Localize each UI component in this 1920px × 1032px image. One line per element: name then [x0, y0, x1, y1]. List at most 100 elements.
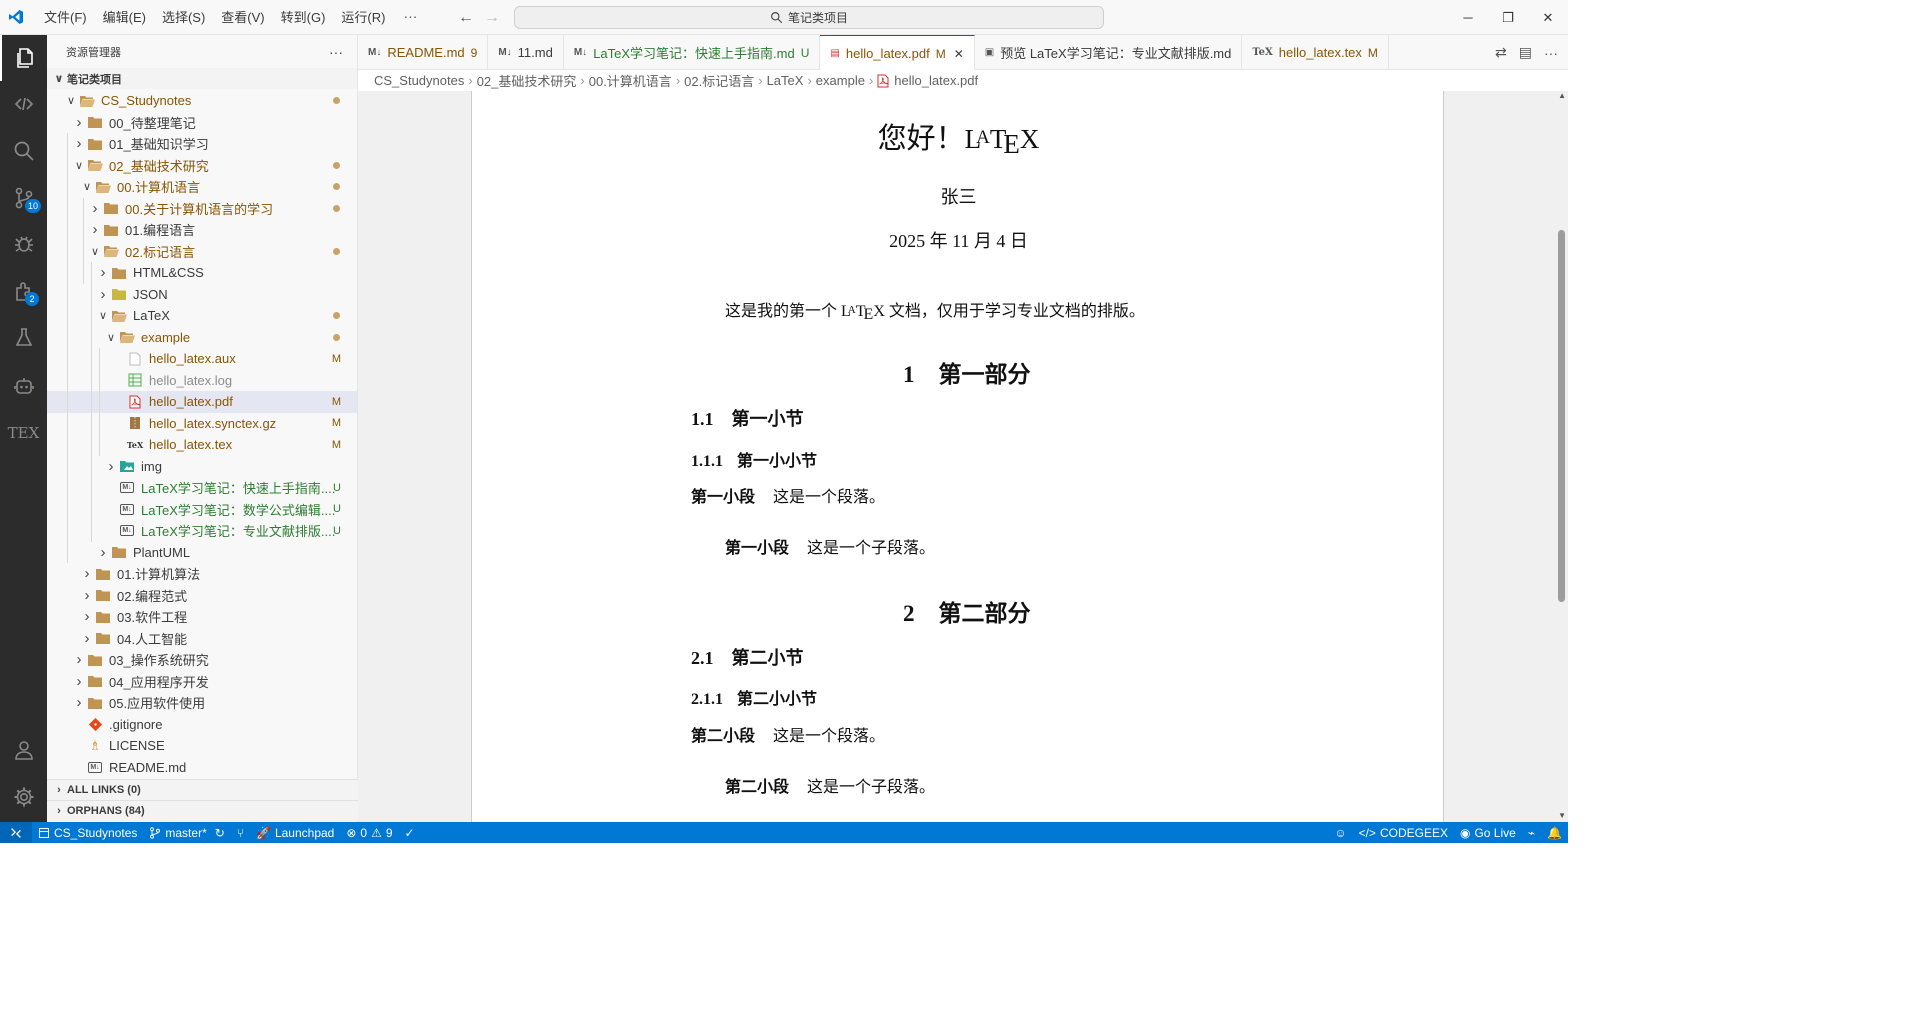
tree-item[interactable]: › 01.计算机算法: [47, 563, 357, 585]
tree-item[interactable]: › 01_基础知识学习: [47, 133, 357, 155]
tree-item[interactable]: hello_latex.aux M: [47, 348, 357, 370]
extensions-icon[interactable]: 2: [0, 268, 47, 314]
tree-item[interactable]: › PlantUML: [47, 542, 357, 564]
sync-icon[interactable]: ↻: [215, 826, 225, 840]
vertical-scrollbar[interactable]: ▲ ▼: [1554, 91, 1568, 822]
tree-item[interactable]: .gitignore: [47, 714, 357, 736]
gear-icon[interactable]: [0, 774, 47, 820]
orphans-section[interactable]: › ORPHANS (84): [47, 800, 358, 821]
git-graph-icon[interactable]: ⑂: [231, 822, 250, 843]
tab-md[interactable]: M↓ 11.md: [488, 35, 564, 70]
remote-indicator-icon[interactable]: [0, 822, 32, 843]
tree-item[interactable]: › 00_待整理笔记: [47, 112, 357, 134]
tree-item[interactable]: › 03_操作系统研究: [47, 649, 357, 671]
tree-item[interactable]: M↓ README.md: [47, 757, 357, 779]
live-share-icon[interactable]: ⌁: [1522, 822, 1541, 843]
tree-item[interactable]: hello_latex.synctex.gz M: [47, 413, 357, 435]
workspace-root-header[interactable]: ∨ 笔记类项目: [47, 68, 357, 89]
tree-item[interactable]: M↓ LaTeX学习笔记：快速上手指南.... U: [47, 477, 357, 499]
breadcrumb-item[interactable]: hello_latex.pdf: [894, 73, 978, 88]
tree-item[interactable]: ∨ example: [47, 327, 357, 349]
tree-item-label: JSON: [133, 286, 168, 302]
tree-item[interactable]: › 05.应用软件使用: [47, 692, 357, 714]
tree-item[interactable]: › HTML&CSS: [47, 262, 357, 284]
breadcrumb-item[interactable]: 02.标记语言: [684, 71, 754, 90]
tree-item[interactable]: M↓ LaTeX学习笔记：专业文献排版.... U: [47, 520, 357, 542]
accounts-icon[interactable]: [0, 727, 47, 773]
md-file-icon: M↓: [573, 47, 588, 58]
tree-item[interactable]: ∨ 02.标记语言: [47, 241, 357, 263]
tree-item[interactable]: › JSON: [47, 284, 357, 306]
breadcrumb-item[interactable]: CS_Studynotes: [374, 73, 464, 88]
workspace-indicator[interactable]: CS_Studynotes: [32, 822, 143, 843]
explorer-more-button[interactable]: ···: [329, 44, 343, 60]
source-control-icon[interactable]: 10: [0, 175, 47, 221]
launchpad-button[interactable]: 🚀 Launchpad: [250, 822, 340, 843]
tab-tex[interactable]: TeX hello_latex.tex M: [1242, 35, 1389, 70]
problems-indicator[interactable]: ⊗ 0 ⚠ 9: [340, 822, 398, 843]
minimize-icon[interactable]: ─: [1448, 0, 1488, 35]
folder-open-icon: [111, 308, 127, 324]
tex-icon[interactable]: TEX: [0, 410, 47, 456]
breadcrumb-item[interactable]: LaTeX: [767, 73, 804, 88]
scroll-up-arrow-icon[interactable]: ▲: [1558, 91, 1566, 100]
testing-flask-icon[interactable]: [0, 315, 47, 361]
tree-item[interactable]: › 03.软件工程: [47, 606, 357, 628]
search-icon[interactable]: [0, 128, 47, 174]
breadcrumb-item[interactable]: example: [816, 73, 865, 88]
forward-arrow-icon[interactable]: →: [484, 9, 500, 27]
check-icon[interactable]: ✓: [399, 822, 421, 843]
command-center-search[interactable]: 笔记类项目: [514, 6, 1104, 29]
go-live-button[interactable]: ◉ Go Live: [1454, 822, 1522, 843]
menu-edit[interactable]: 编辑(E): [95, 0, 154, 35]
tree-item[interactable]: › 01.编程语言: [47, 219, 357, 241]
code-compare-icon[interactable]: [0, 81, 47, 127]
tree-item[interactable]: M↓ LaTeX学习笔记：数学公式编辑.... U: [47, 499, 357, 521]
folder-json-icon: [111, 286, 127, 302]
copilot-icon[interactable]: ☺: [1328, 822, 1352, 843]
tree-item[interactable]: › 04_应用程序开发: [47, 671, 357, 693]
compare-changes-icon[interactable]: ⇄: [1495, 44, 1507, 61]
all-links-section[interactable]: › ALL LINKS (0): [47, 779, 358, 800]
split-editor-icon[interactable]: ▤: [1519, 44, 1532, 61]
tree-item-label: 02.编程范式: [117, 588, 188, 604]
explorer-icon[interactable]: [0, 35, 47, 81]
close-icon[interactable]: ✕: [954, 47, 964, 61]
breadcrumb-item[interactable]: 00.计算机语言: [589, 71, 672, 90]
tree-item[interactable]: ∨ LaTeX: [47, 305, 357, 327]
tab-preview[interactable]: ▣ 预览 LaTeX学习笔记：专业文献排版.md: [975, 35, 1243, 70]
menu-run[interactable]: 运行(R): [333, 0, 393, 35]
scroll-down-arrow-icon[interactable]: ▼: [1558, 811, 1566, 820]
tab-md[interactable]: M↓ README.md 9: [358, 35, 489, 70]
back-arrow-icon[interactable]: ←: [458, 9, 474, 27]
tree-item[interactable]: TeX hello_latex.tex M: [47, 434, 357, 456]
tree-item[interactable]: ∨ 00.计算机语言: [47, 176, 357, 198]
menu-file[interactable]: 文件(F): [36, 0, 95, 35]
tree-item[interactable]: › 04.人工智能: [47, 628, 357, 650]
menu-go[interactable]: 转到(G): [273, 0, 334, 35]
menu-more-button[interactable]: ···: [393, 0, 427, 35]
tab-pdf[interactable]: ▤ hello_latex.pdf M ✕: [820, 35, 975, 71]
tab-md[interactable]: M↓ LaTeX学习笔记：快速上手指南.md U: [564, 35, 821, 70]
tree-item[interactable]: › 00.关于计算机语言的学习: [47, 198, 357, 220]
codegeex-button[interactable]: </> CODEGEEX: [1353, 822, 1454, 843]
pdf-file-icon: ▤: [830, 48, 840, 59]
tree-item[interactable]: ∨ CS_Studynotes: [47, 90, 357, 112]
tree-item[interactable]: ♗ LICENSE: [47, 735, 357, 757]
tree-item[interactable]: hello_latex.log: [47, 370, 357, 392]
breadcrumb-item[interactable]: 02_基础技术研究: [477, 71, 577, 90]
menu-selection[interactable]: 选择(S): [154, 0, 213, 35]
notifications-bell-icon[interactable]: 🔔: [1541, 822, 1568, 843]
restore-icon[interactable]: ❐: [1488, 0, 1528, 35]
tree-item[interactable]: › img: [47, 456, 357, 478]
menu-view[interactable]: 查看(V): [213, 0, 272, 35]
copilot-robot-icon[interactable]: [0, 363, 47, 409]
tree-item[interactable]: ∨ 02_基础技术研究: [47, 155, 357, 177]
more-actions-icon[interactable]: ···: [1544, 45, 1558, 61]
tree-item[interactable]: hello_latex.pdf M: [47, 391, 357, 413]
debug-icon[interactable]: [0, 221, 47, 267]
git-branch-indicator[interactable]: master* ↻: [143, 822, 230, 843]
scrollbar-thumb[interactable]: [1558, 230, 1565, 602]
tree-item[interactable]: › 02.编程范式: [47, 585, 357, 607]
close-window-icon[interactable]: ✕: [1528, 0, 1568, 35]
